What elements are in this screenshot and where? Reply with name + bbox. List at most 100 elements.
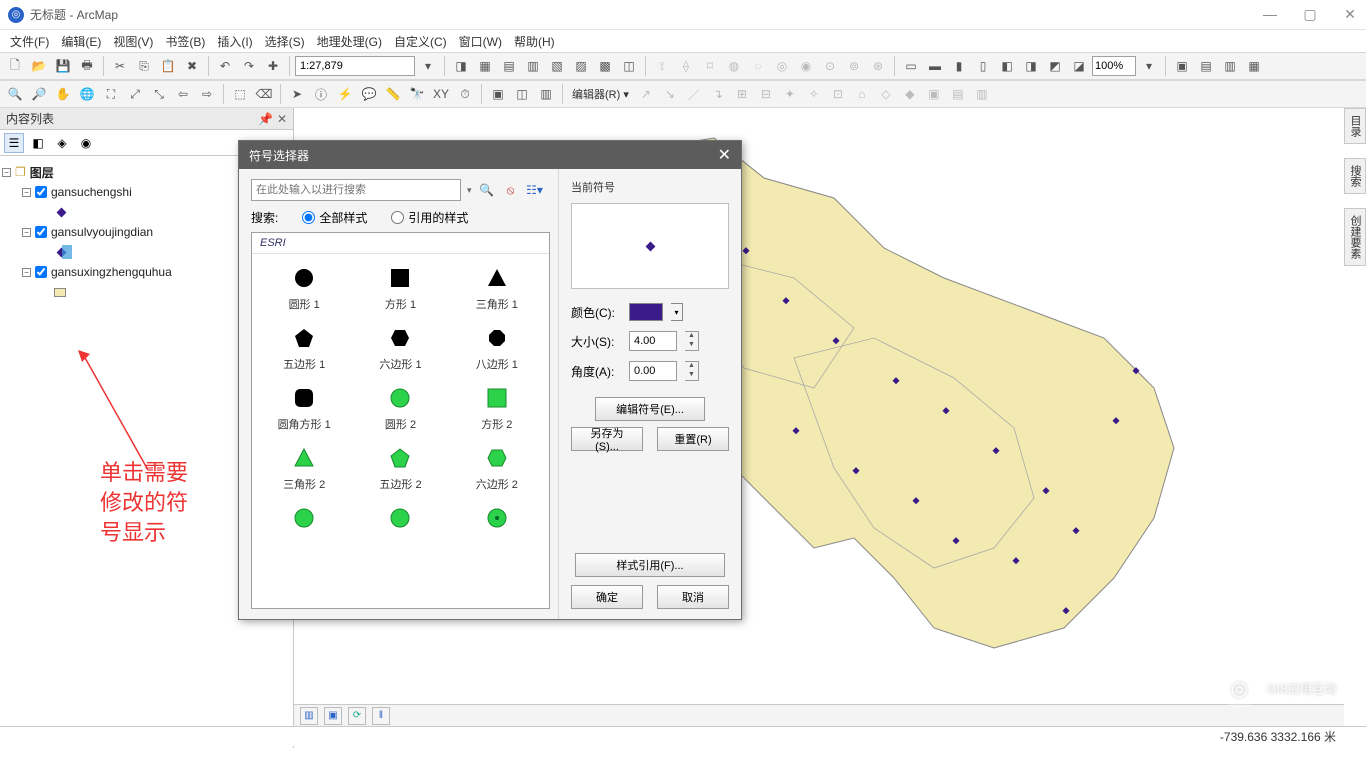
tool-a-icon[interactable]: ◨: [450, 55, 472, 77]
symbol-item[interactable]: 方形 2: [449, 382, 545, 436]
style-ref-button[interactable]: 样式引用(F)...: [575, 553, 725, 577]
tool-g-icon[interactable]: ▩: [594, 55, 616, 77]
angle-spinner[interactable]: ▲▼: [685, 361, 699, 381]
radio-all-styles[interactable]: 全部样式: [302, 209, 367, 226]
symbol-item[interactable]: 三角形 2: [256, 442, 352, 496]
identify-icon[interactable]: ⓘ: [310, 83, 332, 105]
window2-icon[interactable]: ◫: [511, 83, 533, 105]
size-spinner[interactable]: ▲▼: [685, 331, 699, 351]
tool-d-icon[interactable]: ▥: [522, 55, 544, 77]
html-popup-icon[interactable]: 💬: [358, 83, 380, 105]
symbol-item[interactable]: 圆角方形 1: [256, 382, 352, 436]
find-icon[interactable]: 🔭: [406, 83, 428, 105]
toc-tab-vis-icon[interactable]: ◈: [52, 133, 72, 153]
close-button[interactable]: ✕: [1342, 6, 1358, 23]
tool-e-icon[interactable]: ▧: [546, 55, 568, 77]
cancel-button[interactable]: 取消: [657, 585, 729, 609]
menu-bookmark[interactable]: 书签(B): [161, 31, 209, 52]
save-as-button[interactable]: 另存为(S)...: [571, 427, 643, 451]
symbol-item[interactable]: 方形 1: [352, 262, 448, 316]
open-icon[interactable]: 📂: [28, 55, 50, 77]
menu-help[interactable]: 帮助(H): [510, 31, 559, 52]
tool-f-icon[interactable]: ▨: [570, 55, 592, 77]
end2-icon[interactable]: ▤: [1195, 55, 1217, 77]
menu-view[interactable]: 视图(V): [109, 31, 157, 52]
toc-tab-sel-icon[interactable]: ◉: [76, 133, 96, 153]
dock-tab-catalog[interactable]: 目录: [1344, 108, 1366, 144]
cut-icon[interactable]: ✂: [109, 55, 131, 77]
redo-icon[interactable]: ↷: [238, 55, 260, 77]
menu-geoproc[interactable]: 地理处理(G): [313, 31, 386, 52]
tool-b-icon[interactable]: ▦: [474, 55, 496, 77]
symbol-item[interactable]: [256, 502, 352, 540]
new-icon[interactable]: 🗋: [4, 55, 26, 77]
symbol-item[interactable]: 五边形 2: [352, 442, 448, 496]
symbol-item[interactable]: [449, 502, 545, 540]
dialog-titlebar[interactable]: 符号选择器 ✕: [239, 141, 741, 169]
symbol-list[interactable]: ESRI 圆形 1 方形 1 三角形 1 五边形 1 六边形 1 八边形 1 圆…: [251, 232, 550, 609]
toc-tab-list-icon[interactable]: ☰: [4, 133, 24, 153]
select-icon[interactable]: ⬚: [229, 83, 251, 105]
zoom-dropdown-icon[interactable]: ▾: [1138, 55, 1160, 77]
grp2-e-icon[interactable]: ◧: [996, 55, 1018, 77]
pause-icon[interactable]: ‖: [372, 707, 390, 725]
menu-custom[interactable]: 自定义(C): [390, 31, 451, 52]
layer-name-1[interactable]: gansulvyoujingdian: [51, 225, 153, 239]
zoom-input[interactable]: [1092, 56, 1136, 76]
angle-input[interactable]: [629, 361, 677, 381]
layer-check-0[interactable]: [35, 186, 47, 198]
end3-icon[interactable]: ▥: [1219, 55, 1241, 77]
editor-menu[interactable]: 编辑器(R) ▾: [568, 86, 633, 102]
layer-name-2[interactable]: gansuxingzhengquhua: [51, 265, 172, 279]
layer-check-2[interactable]: [35, 266, 47, 278]
layout-view-tab-icon[interactable]: ▣: [324, 707, 342, 725]
globe-icon[interactable]: 🌐: [76, 83, 98, 105]
clear-sel-icon[interactable]: ⌫: [253, 83, 275, 105]
edit-symbol-button[interactable]: 编辑符号(E)...: [595, 397, 705, 421]
grp2-b-icon[interactable]: ▬: [924, 55, 946, 77]
pin-icon[interactable]: 📌: [258, 112, 273, 126]
scale-input[interactable]: [295, 56, 415, 76]
reset-button[interactable]: 重置(R): [657, 427, 729, 451]
grp2-g-icon[interactable]: ◩: [1044, 55, 1066, 77]
toc-tab-source-icon[interactable]: ◧: [28, 133, 48, 153]
pointer-icon[interactable]: ➤: [286, 83, 308, 105]
symbol-item[interactable]: 八边形 1: [449, 322, 545, 376]
goto-xy-icon[interactable]: XY: [430, 83, 452, 105]
save-icon[interactable]: 💾: [52, 55, 74, 77]
layer-symbol-0[interactable]: [57, 207, 67, 217]
grp2-h-icon[interactable]: ◪: [1068, 55, 1090, 77]
collapse-icon[interactable]: −: [22, 268, 31, 277]
dialog-close-icon[interactable]: ✕: [718, 145, 731, 165]
collapse-icon[interactable]: −: [22, 188, 31, 197]
maximize-button[interactable]: ▢: [1302, 6, 1318, 23]
dock-tab-create[interactable]: 创建要素: [1344, 208, 1366, 266]
zoom-out-icon[interactable]: 🔎: [28, 83, 50, 105]
collapse-icon[interactable]: −: [2, 168, 11, 177]
fixed-zoomout-icon[interactable]: ⤡: [148, 83, 170, 105]
menu-edit[interactable]: 编辑(E): [57, 31, 105, 52]
prev-extent-icon[interactable]: ⇦: [172, 83, 194, 105]
color-dropdown-icon[interactable]: ▾: [671, 303, 683, 321]
layer-name-0[interactable]: gansuchengshi: [51, 185, 132, 199]
search-options-icon[interactable]: ☷▾: [526, 181, 544, 199]
data-view-tab-icon[interactable]: ▥: [300, 707, 318, 725]
minimize-button[interactable]: —: [1262, 6, 1278, 23]
menu-insert[interactable]: 插入(I): [213, 31, 256, 52]
window1-icon[interactable]: ▣: [487, 83, 509, 105]
end4-icon[interactable]: ▦: [1243, 55, 1265, 77]
symbol-item[interactable]: 圆形 2: [352, 382, 448, 436]
symbol-item[interactable]: [352, 502, 448, 540]
add-data-icon[interactable]: ✚: [262, 55, 284, 77]
size-input[interactable]: [629, 331, 677, 351]
dock-tab-search[interactable]: 搜索: [1344, 158, 1366, 194]
menu-window[interactable]: 窗口(W): [455, 31, 506, 52]
menu-select[interactable]: 选择(S): [261, 31, 309, 52]
paste-icon[interactable]: 📋: [157, 55, 179, 77]
symbol-item[interactable]: 五边形 1: [256, 322, 352, 376]
layer-check-1[interactable]: [35, 226, 47, 238]
tool-c-icon[interactable]: ▤: [498, 55, 520, 77]
tool-h-icon[interactable]: ◫: [618, 55, 640, 77]
undo-icon[interactable]: ↶: [214, 55, 236, 77]
zoom-in-icon[interactable]: 🔍: [4, 83, 26, 105]
